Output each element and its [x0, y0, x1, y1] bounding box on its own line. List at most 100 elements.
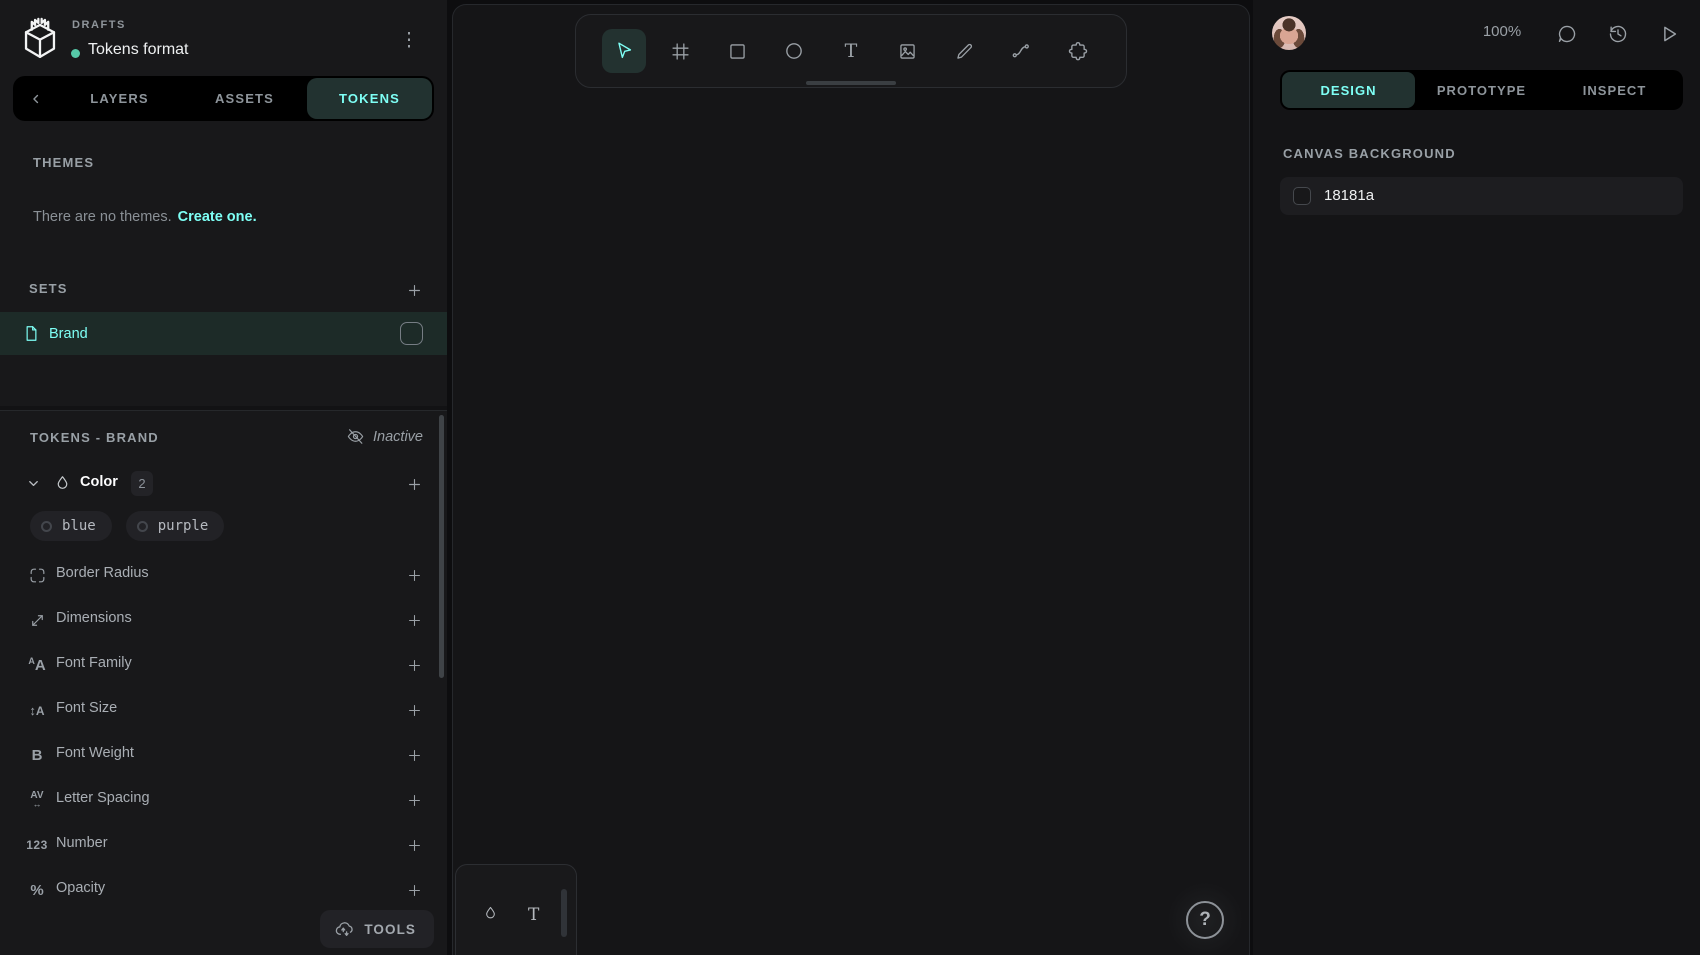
image-icon[interactable]	[886, 29, 930, 73]
color-token-list: blue purple	[30, 511, 224, 541]
token-type-label: Dimensions	[56, 610, 132, 626]
dimensions-icon	[24, 608, 50, 632]
play-icon[interactable]	[1656, 21, 1682, 47]
sidebar-tabbar: LAYERSASSETSTOKENS	[13, 76, 434, 121]
tab-inspect[interactable]: INSPECT	[1548, 72, 1681, 108]
zoom-level-control[interactable]: 100%	[1467, 23, 1537, 40]
right-panel-tabbar: DESIGNPROTOTYPEINSPECT	[1280, 70, 1683, 110]
curve-icon[interactable]	[999, 29, 1043, 73]
tab-layers[interactable]: LAYERS	[57, 78, 182, 119]
project-name[interactable]: DRAFTS	[72, 19, 126, 31]
color-drop-icon[interactable]	[482, 905, 499, 922]
tools-button-label: TOOLS	[364, 922, 416, 937]
add-token-button[interactable]	[402, 563, 426, 587]
add-token-button[interactable]	[402, 833, 426, 857]
token-name: blue	[62, 518, 96, 534]
frame-icon[interactable]	[659, 29, 703, 73]
token-pill-purple[interactable]: purple	[126, 511, 225, 541]
token-type-label: Font Family	[56, 655, 132, 671]
token-type-row: AV↔Letter Spacing	[0, 777, 447, 822]
themes-section-title: THEMES	[33, 155, 94, 170]
set-status: Inactive	[346, 427, 423, 446]
token-type-row: 123 Number	[0, 822, 447, 867]
token-type-list: Border Radius Dimensions AA Font Family ↕A Fo…	[0, 552, 447, 912]
themes-empty-message: There are no themes. Create one.	[33, 209, 257, 225]
token-type-row: AA Font Family	[0, 642, 447, 687]
token-name: purple	[158, 518, 209, 534]
token-group-color[interactable]: Color 2	[0, 466, 447, 502]
set-active-checkbox[interactable]	[400, 322, 423, 345]
text-icon[interactable]: T	[829, 29, 873, 73]
token-type-row: Dimensions	[0, 597, 447, 642]
pen-icon[interactable]	[943, 29, 987, 73]
token-type-row: % Opacity	[0, 867, 447, 912]
tab-design[interactable]: DESIGN	[1282, 72, 1415, 108]
token-type-label: Opacity	[56, 880, 105, 896]
token-type-label: Border Radius	[56, 565, 149, 581]
canvas-viewport[interactable]	[452, 4, 1250, 955]
user-avatar[interactable]	[1272, 16, 1306, 50]
penpot-workspace: DRAFTS Tokens format ⋮ LAYERSASSETSTOKEN…	[0, 0, 1700, 955]
right-panel: 100% DESIGNPROTOTYPEINSPECT CANVAS BACKG…	[1253, 0, 1700, 955]
workspace-menu-icon[interactable]: ⋮	[396, 25, 422, 55]
token-type-row: Border Radius	[0, 552, 447, 597]
left-sidebar: DRAFTS Tokens format ⋮ LAYERSASSETSTOKEN…	[0, 0, 447, 955]
collapse-sidebar-button[interactable]	[15, 78, 57, 119]
main-toolbar: T	[575, 14, 1127, 88]
file-icon	[22, 324, 41, 343]
canvas-background-row[interactable]: 18181a	[1280, 177, 1683, 215]
add-token-button[interactable]	[402, 653, 426, 677]
add-token-button[interactable]	[402, 698, 426, 722]
tokens-tools-button[interactable]: TOOLS	[320, 910, 434, 948]
add-token-button[interactable]	[402, 878, 426, 902]
token-type-row: ↕A Font Size	[0, 687, 447, 732]
tab-prototype[interactable]: PROTOTYPE	[1415, 72, 1548, 108]
tokens-section-title: TOKENS - BRAND	[30, 430, 159, 445]
history-icon[interactable]	[1605, 21, 1631, 47]
add-token-button[interactable]	[402, 788, 426, 812]
sidebar-scrollbar-thumb[interactable]	[439, 415, 444, 678]
add-token-button[interactable]	[402, 743, 426, 767]
penpot-logo-icon[interactable]	[20, 15, 60, 61]
opacity-icon: %	[24, 878, 50, 902]
palette-panel: T	[455, 864, 577, 955]
token-group-label: Color	[80, 474, 118, 490]
token-type-label: Font Size	[56, 700, 117, 716]
file-name[interactable]: Tokens format	[88, 41, 188, 59]
color-swatch-ring-icon	[41, 521, 52, 532]
add-color-token-button[interactable]	[402, 472, 426, 496]
font-size-icon: ↕A	[24, 698, 50, 722]
letter-spacing-icon: AV↔	[24, 788, 50, 812]
ellipse-icon[interactable]	[772, 29, 816, 73]
font-family-icon: AA	[24, 653, 50, 677]
set-row[interactable]: Brand	[0, 312, 447, 355]
sets-list: Brand	[0, 312, 447, 355]
number-icon: 123	[24, 833, 50, 857]
eye-off-icon	[346, 427, 365, 446]
canvas-background-swatch[interactable]	[1293, 187, 1311, 205]
toolbar-drag-handle[interactable]	[806, 81, 896, 85]
canvas-background-value: 18181a	[1324, 187, 1374, 204]
tab-tokens[interactable]: TOKENS	[307, 78, 432, 119]
token-type-label: Number	[56, 835, 108, 851]
add-set-button[interactable]	[402, 278, 426, 302]
plugins-icon[interactable]	[1056, 29, 1100, 73]
create-theme-link[interactable]: Create one.	[178, 209, 257, 225]
typography-palette-icon[interactable]: T	[528, 905, 539, 925]
canvas-background-label: CANVAS BACKGROUND	[1283, 146, 1456, 161]
rectangle-icon[interactable]	[716, 29, 760, 73]
help-button[interactable]: ?	[1186, 901, 1224, 939]
tokens-section: TOKENS - BRAND Inactive Colo	[0, 410, 447, 955]
add-token-button[interactable]	[402, 608, 426, 632]
chevron-down-icon[interactable]	[26, 476, 41, 491]
token-pill-blue[interactable]: blue	[30, 511, 112, 541]
comments-icon[interactable]	[1554, 21, 1580, 47]
sidebar-tabs: LAYERSASSETSTOKENS	[57, 78, 432, 119]
tab-assets[interactable]: ASSETS	[182, 78, 307, 119]
palette-scrollbar-thumb[interactable]	[561, 889, 567, 937]
themes-empty-text: There are no themes.	[33, 209, 172, 225]
cloud-sync-icon	[334, 919, 355, 940]
color-swatch-ring-icon	[137, 521, 148, 532]
select-icon[interactable]	[602, 29, 646, 73]
tokens-section-header: TOKENS - BRAND Inactive	[0, 427, 447, 451]
